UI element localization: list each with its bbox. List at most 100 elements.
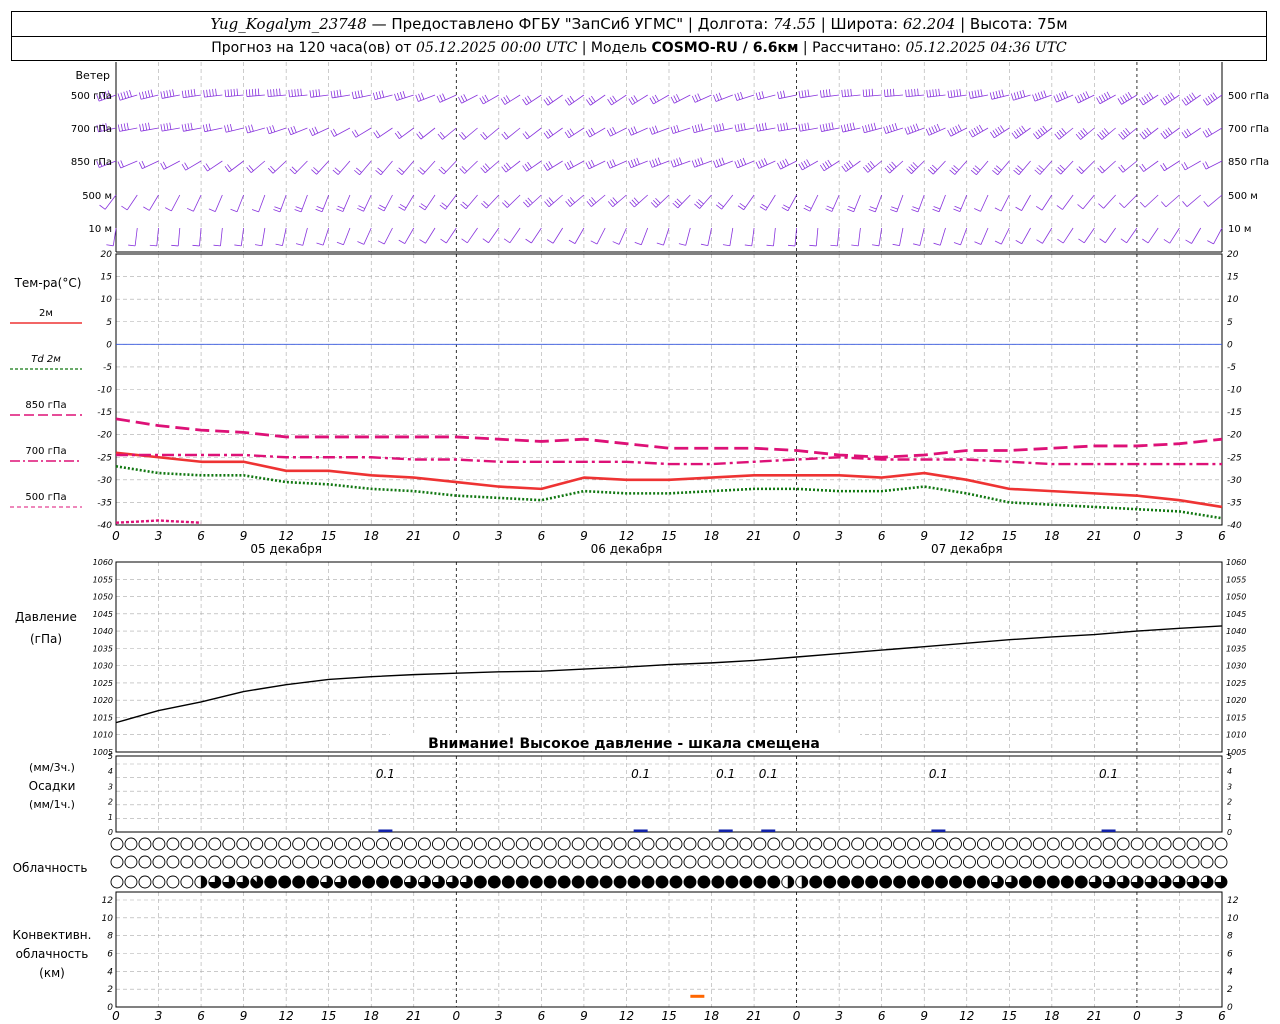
wind-barb-flag	[397, 131, 403, 138]
wind-barb-flag	[129, 89, 132, 97]
wind-barb-flag	[569, 128, 575, 135]
wind-barb-shaft	[652, 127, 670, 135]
cloud-cell-fill	[544, 876, 557, 888]
wind-barb-flag	[251, 124, 254, 132]
wind-barb-flag	[190, 122, 193, 130]
wind-barb-shaft	[148, 194, 159, 211]
wind-barb-shaft	[547, 127, 563, 139]
wind-barb-flag	[332, 169, 339, 175]
hour-tick-label: 6	[878, 529, 886, 543]
wind-barb-flag	[862, 89, 865, 97]
cloud-cell	[404, 855, 417, 869]
hour-tick-label: 6	[1218, 529, 1226, 543]
wind-barb-flag	[440, 238, 447, 244]
wind-barb-flag	[206, 89, 208, 97]
wind-barb-flag	[273, 209, 281, 213]
pres-tick-right: 1025	[1226, 679, 1246, 688]
wind-barb-flag	[889, 163, 895, 170]
cloud-cell	[1060, 855, 1074, 869]
wind-barb-flag	[694, 159, 698, 167]
wind-barb-shaft	[1213, 227, 1223, 245]
wind-barb-flag	[759, 206, 767, 211]
wind-barb-flag	[1181, 99, 1187, 106]
wind-barb-flag	[224, 166, 230, 173]
cloud-cell	[250, 855, 264, 869]
wind-barb-flag	[160, 91, 163, 99]
wind-barb-flag	[653, 200, 659, 206]
cloud-cell-fill	[390, 876, 403, 888]
wind-barb-flag	[628, 98, 633, 105]
wind-barb-flag	[117, 161, 122, 169]
cloud-cell	[823, 855, 837, 869]
wind-barb-flag	[1207, 95, 1213, 103]
wind-barb-flag	[737, 92, 741, 100]
cloud-cell	[1102, 855, 1116, 869]
wind-barb-flag	[636, 157, 640, 165]
wind-barb-flag	[1085, 91, 1090, 98]
temp-tick-right: -15	[1227, 408, 1242, 418]
wind-barb-flag	[892, 88, 895, 96]
wind-barb-flag	[402, 90, 406, 98]
cloud-cell	[990, 855, 1004, 869]
wind-barb-flag	[294, 209, 302, 213]
wind-barb-flag	[633, 95, 638, 102]
cloud-cell	[1214, 837, 1228, 851]
wind-barb-flag	[657, 157, 661, 165]
precip-bar	[761, 829, 776, 832]
wind-barb-flag	[1170, 92, 1175, 99]
wind-barb-shaft	[610, 127, 627, 137]
wind-barb-flag	[139, 92, 142, 100]
temp-tick-left: 10	[101, 295, 113, 305]
cloud-cell	[459, 837, 473, 851]
wind-barb-shaft	[1083, 227, 1095, 244]
wind-barb-flag	[655, 197, 661, 204]
wind-barb-flag	[840, 125, 844, 133]
cloud-cell	[879, 837, 893, 851]
wind-barb-flag	[938, 88, 940, 96]
wind-barb-flag	[287, 128, 292, 135]
wind-barb-flag	[1138, 98, 1144, 106]
wind-barb-shaft	[1081, 160, 1095, 174]
cloud-cell-fill	[879, 876, 892, 888]
wind-barb-flag	[700, 157, 704, 165]
wind-barb-shaft	[337, 160, 351, 175]
wind-barb-flag	[869, 206, 877, 210]
pres-tick-right: 1035	[1226, 644, 1246, 653]
wind-barb-flag	[864, 125, 868, 133]
wind-barb-flag	[166, 123, 169, 131]
wind-barb-flag	[846, 123, 850, 131]
cloud-cell	[697, 837, 711, 851]
wind-barb-flag	[1036, 239, 1043, 244]
cloud-cell	[781, 837, 795, 851]
wind-barb-flag	[609, 160, 614, 168]
wind-barb-flag	[633, 158, 637, 166]
cloud-cell-fill	[851, 876, 864, 888]
wind-barb-shaft	[300, 194, 308, 213]
wind-barb-flag	[172, 89, 175, 97]
wind-barb-flag	[360, 89, 363, 97]
wind-barb-flag	[314, 126, 319, 134]
wind-barb-flag	[1191, 92, 1197, 99]
cloud-cell	[1200, 855, 1214, 869]
wind-barb-flag	[567, 199, 573, 205]
wind-level-label-left: 850 гПа	[71, 157, 112, 168]
wind-barb-shaft	[380, 160, 393, 176]
wind-barb-flag	[1141, 97, 1146, 104]
cloud-cell-fill	[739, 876, 752, 888]
wind-barb-flag	[439, 204, 446, 210]
hour-tick-label: 9	[920, 1009, 928, 1023]
cloud-cell	[250, 837, 264, 851]
wind-barb-flag	[295, 206, 303, 210]
wind-barb-flag	[971, 90, 974, 98]
wind-barb-flag	[330, 130, 335, 137]
wind-barb-flag	[398, 239, 406, 244]
wind-barb-flag	[187, 123, 190, 131]
wind-barb-flag	[803, 207, 811, 212]
cloud-cell-fill	[977, 876, 990, 888]
wind-barb-flag	[933, 206, 941, 210]
wind-barb-flag	[461, 238, 468, 244]
wind-barb-flag	[1120, 131, 1126, 138]
wind-barb-flag	[1189, 94, 1194, 101]
cloud-cell-fill	[264, 876, 277, 888]
wind-barb-flag	[1016, 129, 1022, 136]
